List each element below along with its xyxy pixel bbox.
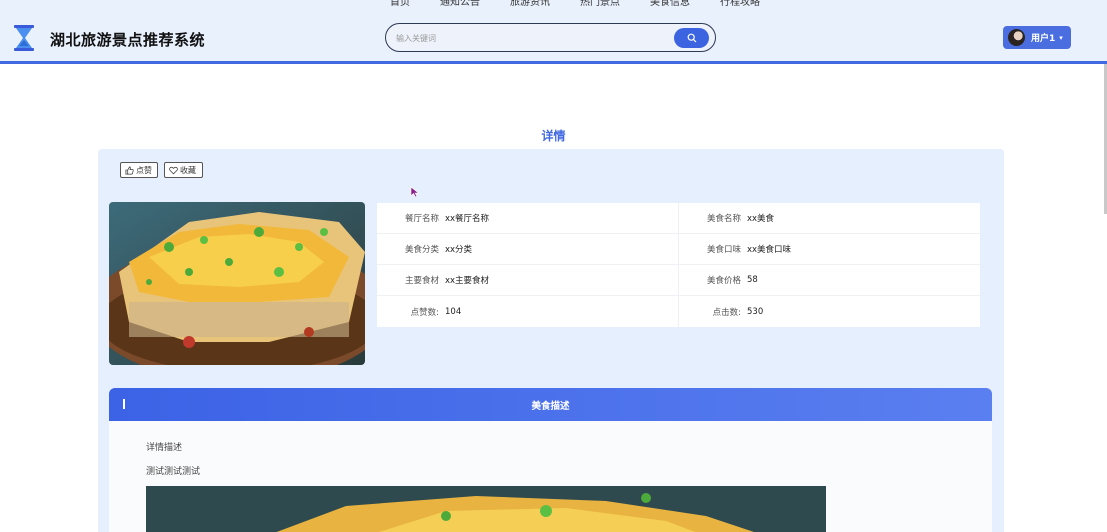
like-button[interactable]: 点赞 xyxy=(120,162,158,178)
avatar xyxy=(1008,29,1025,46)
info-table: 餐厅名称 xx餐厅名称 美食名称 xx美食 美食分类 xx分类 美食口味 xx美… xyxy=(377,203,980,327)
header: 首页 通知公告 旅游资讯 热门景点 美食信息 行程攻略 湖北旅游景点推荐系统 用… xyxy=(0,0,1107,64)
page-title: 详情 xyxy=(541,129,566,143)
nav-item-news[interactable]: 旅游资讯 xyxy=(510,0,550,8)
clicks-label: 点击数: xyxy=(712,307,741,318)
search-input[interactable] xyxy=(396,31,666,45)
nav-item-itinerary[interactable]: 行程攻略 xyxy=(720,0,760,8)
description-text: 测试测试测试 xyxy=(146,467,201,477)
description-header: 美食描述 xyxy=(109,388,992,421)
nav-item-notices[interactable]: 通知公告 xyxy=(440,0,480,8)
price-value: 58 xyxy=(747,275,758,285)
info-cell: 点击数: 530 xyxy=(678,296,979,327)
info-cell: 美食口味 xx美食口味 xyxy=(678,234,979,264)
search-box xyxy=(385,23,716,52)
mouse-cursor-icon xyxy=(410,186,420,198)
restaurant-label: 餐厅名称 xyxy=(404,214,439,224)
user-menu-button[interactable]: 用户1 ▾ xyxy=(1003,26,1071,49)
info-cell: 美食价格 58 xyxy=(678,265,979,295)
favorite-button[interactable]: 收藏 xyxy=(164,162,203,178)
info-cell: 餐厅名称 xx餐厅名称 xyxy=(377,203,678,233)
info-row: 点赞数: 104 点击数: 530 xyxy=(377,296,980,327)
info-cell: 美食名称 xx美食 xyxy=(678,203,979,233)
hourglass-logo-icon xyxy=(14,25,34,51)
site-title[interactable]: 湖北旅游景点推荐系统 xyxy=(50,29,205,50)
nav-item-food[interactable]: 美食信息 xyxy=(650,0,690,8)
food-name-value: xx美食 xyxy=(747,214,775,224)
description-title: 美食描述 xyxy=(531,401,570,412)
nav-item-attractions[interactable]: 热门景点 xyxy=(580,0,620,8)
info-cell: 美食分类 xx分类 xyxy=(377,234,678,264)
description-heading: 详情描述 xyxy=(146,443,183,453)
info-cell: 主要食材 xx主要食材 xyxy=(377,265,678,295)
clicks-value: 530 xyxy=(747,306,764,317)
ingredients-label: 主要食材 xyxy=(404,276,439,286)
search-icon xyxy=(687,33,696,43)
top-nav: 首页 通知公告 旅游资讯 热门景点 美食信息 行程攻略 xyxy=(390,0,790,8)
info-cell: 点赞数: 104 xyxy=(377,296,678,327)
thumbs-up-icon xyxy=(125,166,134,174)
search-button[interactable] xyxy=(674,28,709,48)
price-label: 美食价格 xyxy=(706,276,741,286)
heart-icon xyxy=(169,166,178,174)
food-name-label: 美食名称 xyxy=(706,214,741,224)
likes-label: 点赞数: xyxy=(410,307,439,318)
taste-value: xx美食口味 xyxy=(747,245,792,255)
description-body: 详情描述 测试测试测试 xyxy=(109,421,992,532)
likes-value: 104 xyxy=(445,306,462,317)
food-image xyxy=(109,202,365,365)
info-row: 餐厅名称 xx餐厅名称 美食名称 xx美食 xyxy=(377,203,980,234)
like-label: 点赞 xyxy=(136,165,152,175)
chevron-down-icon: ▾ xyxy=(1059,33,1063,42)
ingredients-value: xx主要食材 xyxy=(445,276,490,286)
taste-label: 美食口味 xyxy=(706,245,741,255)
category-label: 美食分类 xyxy=(404,245,439,255)
info-row: 主要食材 xx主要食材 美食价格 58 xyxy=(377,265,980,296)
favorite-label: 收藏 xyxy=(180,165,196,175)
description-image xyxy=(146,486,826,532)
info-row: 美食分类 xx分类 美食口味 xx美食口味 xyxy=(377,234,980,265)
restaurant-value: xx餐厅名称 xyxy=(445,214,490,224)
category-value: xx分类 xyxy=(445,245,473,255)
user-name: 用户1 xyxy=(1031,34,1056,44)
nav-item-home[interactable]: 首页 xyxy=(390,0,410,8)
